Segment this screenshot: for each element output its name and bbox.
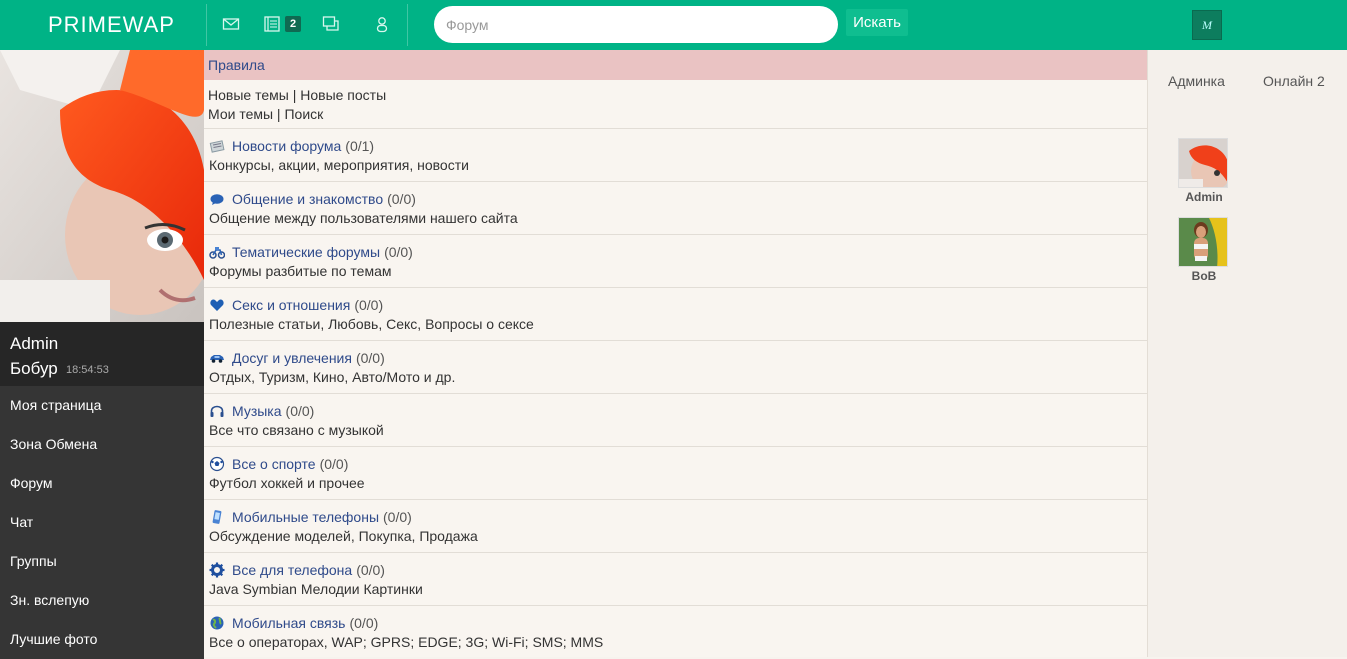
menu-item-my-page[interactable]: Моя страница	[0, 386, 204, 425]
section-desc: Java Symbian Мелодии Картинки	[209, 581, 423, 597]
section-count: (0/0)	[356, 561, 385, 578]
forum-links: Новые темы | Новые посты Мои темы | Поис…	[204, 80, 1147, 129]
section-title[interactable]: Тематические форумы	[232, 244, 380, 260]
section-title[interactable]: Новости форума	[232, 138, 341, 154]
journal-badge: 2	[285, 16, 301, 32]
search-input[interactable]	[434, 6, 838, 43]
gear-icon	[209, 562, 225, 578]
rules-link[interactable]: Правила	[208, 57, 265, 73]
section-title[interactable]: Секс и отношения	[232, 297, 350, 313]
section-desc: Отдых, Туризм, Кино, Авто/Мото и др.	[209, 369, 456, 385]
online-user[interactable]: Admin	[1178, 138, 1230, 204]
menu-item-groups[interactable]: Группы	[0, 542, 204, 581]
profile-photo[interactable]	[0, 50, 204, 322]
online-user[interactable]: BoB	[1178, 217, 1230, 283]
clock: 18:54:53	[66, 364, 109, 376]
forum-main: Правила Новые темы | Новые посты Мои тем…	[204, 50, 1147, 657]
search-button[interactable]: Искать	[846, 9, 908, 36]
globe-icon	[209, 615, 225, 631]
tab-online[interactable]: Онлайн 2	[1263, 73, 1325, 89]
forum-section: Мобильные телефоны (0/0) Обсуждение моде…	[204, 500, 1147, 553]
section-desc: Все о операторах, WAP; GPRS; EDGE; 3G; W…	[209, 634, 604, 650]
headphones-icon	[209, 403, 225, 419]
avatar[interactable]: M	[1192, 10, 1222, 40]
section-count: (0/0)	[354, 296, 384, 313]
section-title[interactable]: Мобильная связь	[232, 615, 345, 631]
section-title[interactable]: Все для телефона	[232, 562, 352, 578]
section-count: (0/1)	[345, 137, 375, 154]
right-sidebar: Админка Онлайн 2 Admin BoB	[1147, 50, 1347, 657]
car-icon	[209, 350, 225, 366]
forum-section: Все для телефона (0/0) Java Symbian Мело…	[204, 553, 1147, 606]
user-icon[interactable]	[373, 15, 393, 35]
section-count: (0/0)	[383, 508, 412, 525]
section-desc: Все что связано с музыкой	[209, 422, 384, 438]
section-title[interactable]: Досуг и увлечения	[232, 350, 352, 366]
journal-icon[interactable]	[263, 15, 283, 35]
forum-section: Секс и отношения (0/0) Полезные статьи, …	[204, 288, 1147, 341]
section-desc: Общение между пользователями нашего сайт…	[209, 210, 518, 226]
section-count: (0/0)	[285, 402, 315, 419]
header-divider	[206, 4, 207, 46]
side-menu: Моя страница Зона Обмена Форум Чат Групп…	[0, 386, 204, 659]
section-desc: Конкурсы, акции, мероприятия, новости	[209, 157, 469, 173]
left-sidebar: Admin Бобур 18:54:53 Моя страница Зона О…	[0, 50, 204, 659]
newspaper-icon	[209, 138, 225, 154]
section-desc: Полезные статьи, Любовь, Секс, Вопросы о…	[209, 316, 534, 332]
section-count: (0/0)	[387, 190, 416, 207]
top-bar: PRIMEWAP 2 Искать M	[0, 0, 1347, 50]
forum-section: Новости форума (0/1) Конкурсы, акции, ме…	[204, 129, 1147, 182]
avatar[interactable]	[1178, 138, 1228, 188]
soccer-ball-icon	[209, 456, 225, 472]
chat-bubble-icon	[209, 191, 225, 207]
forum-section: Общение и знакомство (0/0) Общение между…	[204, 182, 1147, 235]
forum-section: Тематические форумы (0/0) Форумы разбиты…	[204, 235, 1147, 288]
section-desc: Форумы разбитые по темам	[209, 263, 392, 279]
search-link[interactable]: Поиск	[284, 106, 323, 122]
section-count: (0/0)	[349, 614, 379, 631]
chat-icon[interactable]	[322, 15, 342, 35]
online-user-name[interactable]: Admin	[1178, 190, 1230, 204]
menu-item-best-photos[interactable]: Лучшие фото	[0, 620, 204, 659]
new-topics-link[interactable]: Новые темы	[208, 87, 289, 103]
mobile-phone-icon	[209, 509, 225, 525]
section-title[interactable]: Музыка	[232, 403, 282, 419]
section-title[interactable]: Общение и знакомство	[232, 191, 383, 207]
section-count: (0/0)	[384, 243, 413, 260]
new-posts-link[interactable]: Новые посты	[300, 87, 386, 103]
tab-admin[interactable]: Админка	[1168, 73, 1225, 89]
section-title[interactable]: Все о спорте	[232, 456, 316, 472]
menu-item-blind-date[interactable]: Зн. вслепую	[0, 581, 204, 620]
menu-item-exchange[interactable]: Зона Обмена	[0, 425, 204, 464]
online-user-name[interactable]: BoB	[1178, 269, 1230, 283]
user-info: Admin Бобур 18:54:53	[0, 322, 204, 386]
section-title[interactable]: Мобильные телефоны	[232, 509, 379, 525]
my-topics-link[interactable]: Мои темы	[208, 106, 273, 122]
header-divider	[407, 4, 408, 46]
section-desc: Обсуждение моделей, Покупка, Продажа	[209, 528, 478, 544]
menu-item-forum[interactable]: Форум	[0, 464, 204, 503]
site-logo[interactable]: PRIMEWAP	[48, 12, 175, 38]
forum-section: Мобильная связь (0/0) Все о операторах, …	[204, 606, 1147, 657]
mail-icon[interactable]	[222, 15, 242, 35]
heart-icon	[209, 297, 225, 313]
forum-section: Все о спорте (0/0) Футбол хоккей и проче…	[204, 447, 1147, 500]
menu-item-chat[interactable]: Чат	[0, 503, 204, 542]
link-separator: |	[288, 87, 301, 103]
section-desc: Футбол хоккей и прочее	[209, 475, 365, 491]
rules-bar: Правила	[204, 50, 1147, 80]
link-separator: |	[273, 106, 285, 122]
section-count: (0/0)	[355, 349, 385, 366]
avatar[interactable]	[1178, 217, 1228, 267]
motorbike-icon	[209, 244, 226, 260]
forum-section: Музыка (0/0) Все что связано с музыкой	[204, 394, 1147, 447]
section-count: (0/0)	[319, 455, 349, 472]
user-display-name[interactable]: Бобур	[10, 359, 58, 379]
user-name[interactable]: Admin	[10, 334, 58, 354]
forum-section: Досуг и увлечения (0/0) Отдых, Туризм, К…	[204, 341, 1147, 394]
